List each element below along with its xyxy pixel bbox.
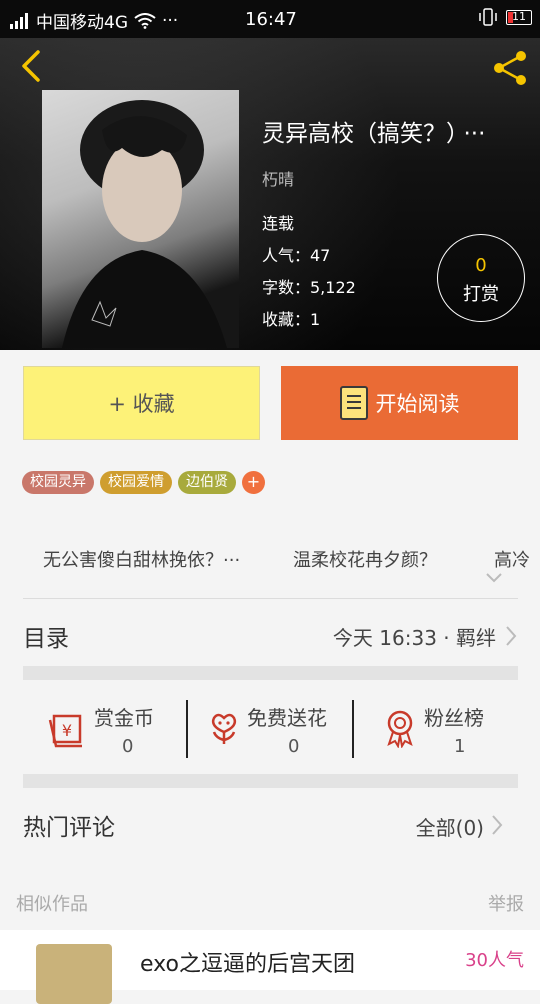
related-title-item[interactable]: 无公害傻白甜林挽依？··· — [43, 546, 240, 572]
book-author[interactable]: 朽晴 — [262, 166, 530, 190]
tag-item[interactable]: 边伯贤 — [178, 471, 236, 494]
reward-button[interactable]: 0 打赏 — [437, 234, 525, 322]
stat-label: 免费送花 — [247, 706, 327, 730]
tag-list: 校园灵异 校园爱情 边伯贤 + — [22, 471, 265, 494]
toc-label: 目录 — [23, 626, 69, 652]
money-envelope-icon: ¥ — [48, 714, 82, 748]
status-time: 16:47 — [245, 9, 297, 30]
stat-value: 0 — [288, 736, 300, 757]
book-header: 灵异高校（搞笑？） ··· 朽晴 连载 人气：47 字数：5,122 收藏：1 0… — [0, 38, 540, 350]
svg-text:¥: ¥ — [62, 721, 72, 740]
signal-icon — [10, 12, 30, 29]
more-icon[interactable]: ··· — [464, 121, 486, 147]
tag-item[interactable]: 校园爱情 — [100, 471, 172, 494]
flower-icon — [211, 713, 237, 744]
similar-work-popularity: 30人气 — [465, 950, 524, 971]
toc-latest-chapter: 今天 16:33 · 羁绊 — [332, 626, 496, 650]
start-reading-label: 开始阅读 — [375, 392, 460, 416]
related-title-item[interactable]: 温柔校花冉夕颜？ — [293, 546, 437, 572]
add-tag-button[interactable]: + — [242, 471, 265, 494]
section-separator — [23, 774, 518, 788]
divider — [23, 598, 518, 599]
report-link[interactable]: 举报 — [488, 890, 524, 916]
status-right: 11 — [478, 8, 532, 26]
stat-label: 赏金币 — [94, 706, 154, 730]
stat-free-flowers[interactable]: 免费送花 0 — [200, 690, 350, 774]
share-button[interactable] — [490, 48, 530, 88]
chevron-right-icon — [492, 815, 503, 835]
tag-item[interactable]: 校园灵异 — [22, 471, 94, 494]
status-bar: 中国移动4G ··· 16:47 11 — [0, 0, 540, 38]
stats-row: ¥ 赏金币 0 免费送花 0 粉丝榜 1 — [0, 690, 540, 774]
phone-vibrate-icon — [479, 8, 497, 26]
stat-value: 1 — [454, 736, 466, 757]
book-title: 灵异高校（搞笑？） ··· — [262, 114, 530, 148]
reward-label: 打赏 — [463, 284, 499, 305]
table-of-contents-row[interactable]: 目录 今天 16:33 · 羁绊 — [0, 605, 540, 663]
back-button[interactable] — [14, 48, 50, 84]
medal-icon — [387, 710, 413, 748]
chevron-right-icon — [506, 626, 517, 646]
reward-count: 0 — [475, 255, 487, 276]
all-comments-link[interactable]: 全部(0) — [416, 812, 484, 841]
similar-work-cover — [36, 944, 112, 1004]
wifi-icon — [134, 12, 156, 29]
stat-value: 0 — [122, 736, 134, 757]
status-dots: ··· — [162, 10, 179, 31]
book-title-text: 灵异高校（搞笑？） — [262, 121, 458, 147]
stat-label: 粉丝榜 — [424, 706, 484, 730]
cover-portrait — [62, 100, 227, 348]
book-icon — [339, 386, 368, 420]
related-titles-row: 无公害傻白甜林挽依？··· 温柔校花冉夕颜？ 高冷 — [0, 528, 540, 588]
stat-fan-ranking[interactable]: 粉丝榜 1 — [378, 690, 518, 774]
book-cover-image — [42, 90, 239, 348]
similar-works-header: 相似作品 举报 — [0, 888, 540, 918]
divider — [186, 700, 188, 758]
battery-icon: 11 — [506, 9, 532, 25]
start-reading-button[interactable]: 开始阅读 — [281, 366, 518, 440]
carrier-label: 中国移动4G — [36, 13, 128, 33]
collect-label: + 收藏 — [108, 392, 175, 416]
chevron-down-icon[interactable] — [484, 568, 504, 588]
similar-works-label: 相似作品 — [16, 894, 88, 915]
similar-work-item[interactable]: exo之逗逼的后宫天团 30人气 — [0, 930, 540, 1004]
stat-gold-coins[interactable]: ¥ 赏金币 0 — [40, 690, 170, 774]
divider — [352, 700, 354, 758]
collect-button[interactable]: + 收藏 — [23, 366, 260, 440]
status-left: 中国移动4G ··· — [10, 8, 178, 33]
similar-work-title: exo之逗逼的后宫天团 — [140, 952, 355, 977]
section-separator — [23, 666, 518, 680]
hot-comments-row: 热门评论 全部(0) — [0, 800, 540, 852]
comments-title: 热门评论 — [23, 815, 115, 841]
